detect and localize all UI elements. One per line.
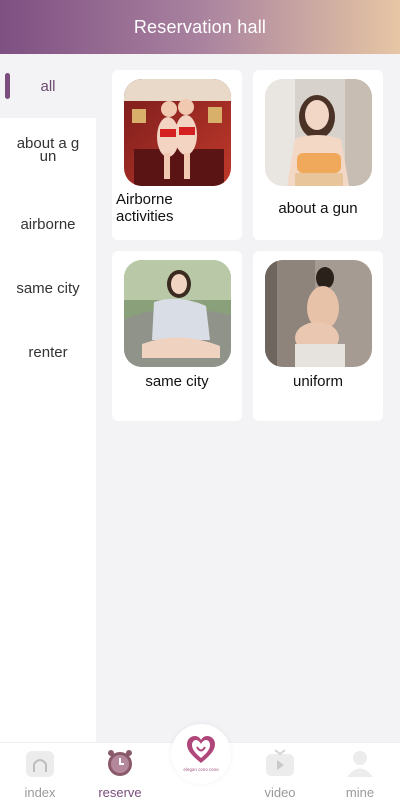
user-icon	[347, 751, 373, 777]
sidebar-item-label: renter	[28, 343, 68, 361]
card-thumbnail	[265, 79, 372, 186]
card-thumbnail	[124, 79, 231, 186]
tab-label: reserve	[98, 785, 142, 800]
logo-caption: elegan cono ceno	[183, 767, 219, 772]
reservation-card[interactable]: same city	[112, 251, 242, 421]
sidebar-item-airborne[interactable]: airborne	[0, 192, 96, 256]
tab-label: mine	[345, 785, 375, 800]
tv-icon	[266, 749, 294, 776]
active-indicator	[5, 73, 10, 99]
tab-label: index	[24, 785, 56, 800]
card-thumbnail	[124, 260, 231, 367]
card-thumbnail	[265, 260, 372, 367]
card-label: same city	[145, 373, 209, 390]
sidebar-item-label: about a gun	[16, 135, 80, 165]
tab-label: video	[264, 785, 296, 800]
card-label: Airborne activities	[116, 191, 174, 225]
reservation-card[interactable]: uniform	[253, 251, 383, 421]
category-sidebar: all about a gun airborne same city rente…	[0, 54, 96, 742]
sidebar-item-same-city[interactable]: same city	[0, 256, 96, 320]
page-header: Reservation hall	[0, 0, 400, 54]
tab-index[interactable]: index	[0, 743, 80, 803]
heart-logo-icon	[187, 736, 215, 763]
sidebar-item-about-a-gun[interactable]: about a gun	[0, 118, 96, 182]
clock-icon	[108, 750, 132, 776]
tab-reserve[interactable]: reserve	[80, 743, 160, 803]
sidebar-item-label: airborne	[20, 215, 76, 233]
center-logo-button[interactable]: elegan cono ceno	[171, 724, 231, 784]
tab-video[interactable]: video	[240, 743, 320, 803]
sidebar-item-all[interactable]: all	[0, 54, 96, 118]
card-label: uniform	[292, 373, 344, 390]
reservation-card[interactable]: Airborne activities	[112, 70, 242, 240]
sidebar-item-renter[interactable]: renter	[0, 320, 96, 384]
page-title: Reservation hall	[133, 16, 267, 37]
sidebar-item-label: same city	[16, 279, 80, 297]
home-icon	[26, 751, 54, 777]
sidebar-item-label: all	[40, 77, 56, 95]
tab-mine[interactable]: mine	[320, 743, 400, 803]
card-label: about a gun	[278, 200, 358, 217]
reservation-card[interactable]: about a gun	[253, 70, 383, 240]
